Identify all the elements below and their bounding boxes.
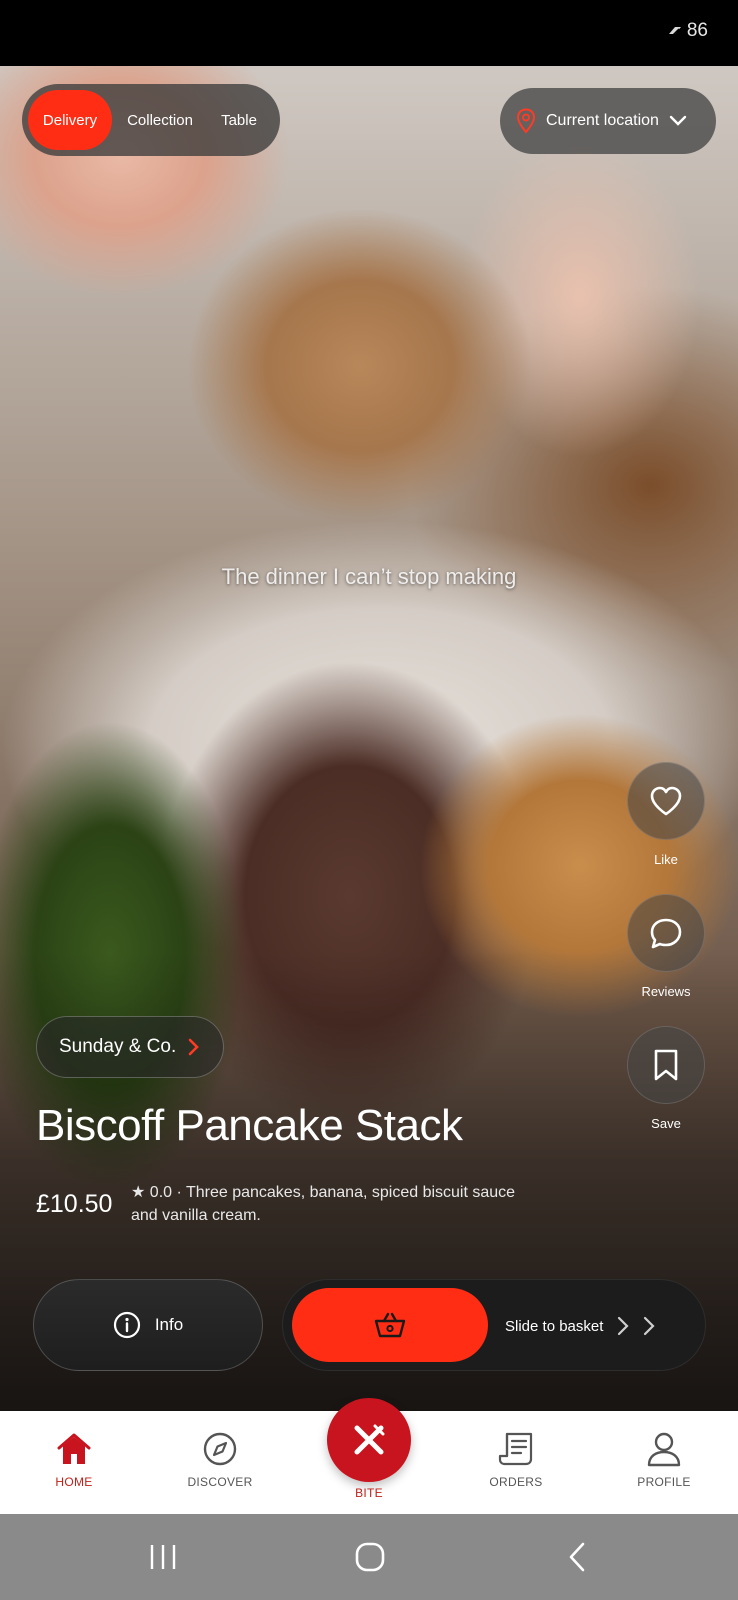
chat-bubble-icon xyxy=(650,918,682,949)
system-navigation-bar xyxy=(0,1514,738,1600)
slider-text: Slide to basket xyxy=(505,1280,655,1372)
order-type-selector: Delivery Collection Table xyxy=(22,84,280,156)
tab-delivery[interactable]: Delivery xyxy=(28,90,112,150)
bookmark-icon xyxy=(654,1049,678,1081)
battery-saver-icon xyxy=(668,27,681,37)
reviews-action[interactable]: Reviews xyxy=(626,894,706,999)
nav-orders[interactable]: ORDERS xyxy=(466,1411,566,1514)
video-caption: The dinner I can’t stop making xyxy=(221,564,517,589)
location-selector[interactable]: Current location xyxy=(500,88,716,154)
nav-discover[interactable]: DISCOVER xyxy=(170,1411,270,1514)
heart-icon xyxy=(650,786,682,816)
dish-price: £10.50 xyxy=(36,1190,113,1218)
dish-description: ★ 0.0 · Three pancakes, banana, spiced b… xyxy=(131,1184,516,1224)
nav-orders-label: ORDERS xyxy=(489,1475,543,1489)
info-label: Info xyxy=(154,1315,184,1334)
back-icon xyxy=(569,1542,585,1572)
basket-icon xyxy=(374,1312,406,1338)
save-action[interactable]: Save xyxy=(626,1026,706,1131)
location-pin-icon xyxy=(516,108,536,134)
like-label: Like xyxy=(654,852,678,867)
tab-table[interactable]: Table xyxy=(208,90,270,150)
restaurant-name: Sunday & Co. xyxy=(59,1036,177,1057)
person-icon xyxy=(647,1432,681,1467)
reviews-label: Reviews xyxy=(641,984,691,999)
nav-home[interactable]: HOME xyxy=(24,1411,124,1514)
nav-bite-label: BITE xyxy=(355,1486,383,1500)
slider-handle[interactable] xyxy=(292,1288,488,1362)
tab-collection[interactable]: Collection xyxy=(112,90,208,150)
recent-apps-icon xyxy=(150,1545,176,1569)
save-label: Save xyxy=(651,1116,681,1131)
chevron-right-icon xyxy=(188,1038,200,1056)
status-bar: 86 xyxy=(0,0,738,66)
slide-label: Slide to basket xyxy=(505,1317,604,1335)
slide-to-basket[interactable]: Slide to basket xyxy=(282,1279,706,1371)
info-icon xyxy=(113,1311,140,1339)
home-system-button[interactable] xyxy=(330,1514,410,1600)
home-circle-icon xyxy=(355,1542,385,1572)
nav-profile-label: PROFILE xyxy=(637,1475,691,1489)
like-action[interactable]: Like xyxy=(626,762,706,867)
chevron-right-icon xyxy=(618,1316,629,1336)
battery-level: 86 xyxy=(686,20,708,41)
recent-apps-button[interactable] xyxy=(123,1514,203,1600)
dish-title: Biscoff Pancake Stack xyxy=(36,1101,463,1150)
like-button[interactable] xyxy=(627,762,705,840)
chevron-right-icon xyxy=(644,1316,655,1336)
nav-discover-label: DISCOVER xyxy=(187,1475,253,1489)
status-indicators: 86 xyxy=(667,20,708,42)
restaurant-link[interactable]: Sunday & Co. xyxy=(36,1016,224,1078)
chevron-down-icon xyxy=(669,115,687,126)
save-button[interactable] xyxy=(627,1026,705,1104)
receipt-icon xyxy=(498,1432,533,1466)
nav-bite-button[interactable] xyxy=(327,1398,411,1482)
home-icon xyxy=(57,1433,91,1464)
fork-knife-icon xyxy=(354,1424,385,1455)
info-button[interactable]: Info xyxy=(33,1279,263,1371)
back-button[interactable] xyxy=(537,1514,617,1600)
nav-profile[interactable]: PROFILE xyxy=(614,1411,714,1514)
compass-icon xyxy=(203,1432,237,1466)
reviews-button[interactable] xyxy=(627,894,705,972)
nav-home-label: HOME xyxy=(55,1475,93,1489)
location-label: Current location xyxy=(546,112,659,129)
